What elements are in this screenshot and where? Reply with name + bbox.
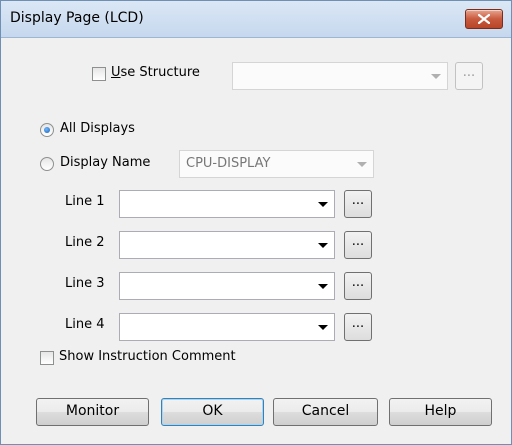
- line-3-label: Line 3: [65, 276, 105, 291]
- help-button[interactable]: Help: [389, 398, 492, 426]
- line-3-combo[interactable]: [119, 272, 335, 300]
- line-2-browse-button[interactable]: ...: [344, 231, 372, 259]
- line-1-label: Line 1: [65, 194, 105, 209]
- display-name-radio[interactable]: [40, 157, 54, 171]
- title-bar[interactable]: Display Page (LCD): [1, 1, 511, 38]
- line-1-combo[interactable]: [119, 190, 335, 218]
- dialog-window: Display Page (LCD) Use Structure ... All…: [0, 0, 512, 445]
- chevron-down-icon: [318, 202, 328, 207]
- line-2-combo[interactable]: [119, 231, 335, 259]
- show-instruction-comment-label[interactable]: Show Instruction Comment: [59, 349, 236, 364]
- line-4-browse-button[interactable]: ...: [344, 313, 372, 341]
- chevron-down-icon: [431, 74, 441, 79]
- display-name-label[interactable]: Display Name: [60, 155, 150, 170]
- show-instruction-comment-checkbox[interactable]: [40, 351, 54, 365]
- close-button[interactable]: [465, 9, 503, 29]
- use-structure-browse-button[interactable]: ...: [455, 62, 483, 90]
- line-4-label: Line 4: [65, 317, 105, 332]
- chevron-down-icon: [318, 243, 328, 248]
- use-structure-text: Use Structure: [111, 65, 200, 80]
- line-3-browse-button[interactable]: ...: [344, 272, 372, 300]
- use-structure-combo[interactable]: [232, 62, 448, 90]
- all-displays-radio[interactable]: [40, 123, 54, 137]
- dialog-body: Use Structure ... All Displays Display N…: [8, 39, 504, 437]
- display-name-combo[interactable]: CPU-DISPLAY: [179, 150, 374, 178]
- all-displays-label[interactable]: All Displays: [60, 121, 135, 136]
- use-structure-checkbox[interactable]: [92, 67, 106, 81]
- ok-button[interactable]: OK: [161, 398, 264, 426]
- line-1-browse-button[interactable]: ...: [344, 190, 372, 218]
- display-name-value: CPU-DISPLAY: [186, 156, 271, 171]
- radio-selected-dot: [44, 127, 50, 133]
- chevron-down-icon: [357, 162, 367, 167]
- chevron-down-icon: [318, 284, 328, 289]
- monitor-button[interactable]: Monitor: [36, 398, 149, 426]
- line-4-combo[interactable]: [119, 313, 335, 341]
- line-2-label: Line 2: [65, 235, 105, 250]
- cancel-button[interactable]: Cancel: [273, 398, 378, 426]
- close-x-icon: [478, 14, 490, 24]
- chevron-down-icon: [318, 325, 328, 330]
- dialog-title: Display Page (LCD): [10, 10, 144, 26]
- use-structure-label[interactable]: Use Structure: [111, 65, 200, 80]
